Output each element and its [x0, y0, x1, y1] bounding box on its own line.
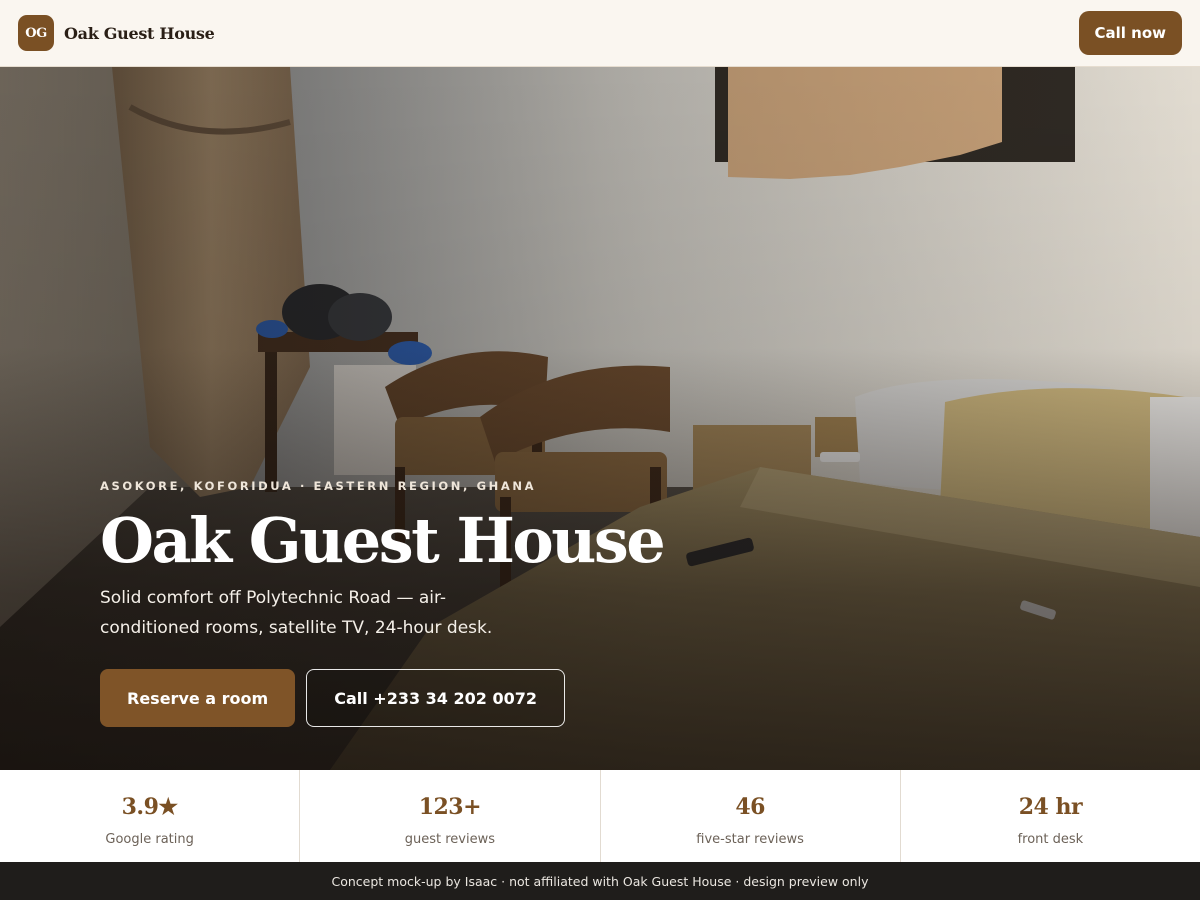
hero-section: ASOKORE, KOFORIDUA · EASTERN REGION, GHA… — [0, 67, 1200, 770]
stat-value: 3.9★ — [121, 794, 179, 820]
footer-disclaimer: Concept mock-up by Isaac · not affiliate… — [0, 862, 1200, 900]
stat-value: 24 hr — [1018, 794, 1083, 820]
stat-label: front desk — [1017, 832, 1084, 847]
stat-value: 46 — [735, 794, 765, 820]
stat-front-desk: 24 hr front desk — [901, 770, 1200, 862]
brand-name: Oak Guest House — [64, 23, 215, 43]
hero-actions: Reserve a room Call +233 34 202 0072 — [100, 669, 800, 728]
hero-location: ASOKORE, KOFORIDUA · EASTERN REGION, GHA… — [100, 479, 537, 493]
brand-logo: OG — [18, 15, 54, 51]
stats-bar: 3.9★ Google rating 123+ guest reviews 46… — [0, 770, 1200, 862]
hero-content: ASOKORE, KOFORIDUA · EASTERN REGION, GHA… — [100, 479, 800, 728]
stat-five-star-reviews: 46 five-star reviews — [601, 770, 901, 862]
reserve-room-button[interactable]: Reserve a room — [100, 669, 296, 728]
stat-label: five-star reviews — [696, 832, 804, 847]
stat-google-rating: 3.9★ Google rating — [0, 770, 301, 862]
hero-subtitle: Solid comfort off Polytechnic Road — air… — [100, 588, 493, 639]
call-now-button[interactable]: Call now — [1078, 11, 1182, 55]
stat-label: guest reviews — [404, 832, 495, 847]
site-header: OG Oak Guest House Call now — [0, 0, 1200, 67]
stat-guest-reviews: 123+ guest reviews — [300, 770, 601, 862]
call-phone-button[interactable]: Call +233 34 202 0072 — [306, 669, 565, 728]
stat-value: 123+ — [418, 794, 482, 820]
brand[interactable]: OG Oak Guest House — [18, 15, 215, 51]
hero-title: Oak Guest House — [100, 504, 666, 577]
stat-label: Google rating — [105, 832, 194, 847]
